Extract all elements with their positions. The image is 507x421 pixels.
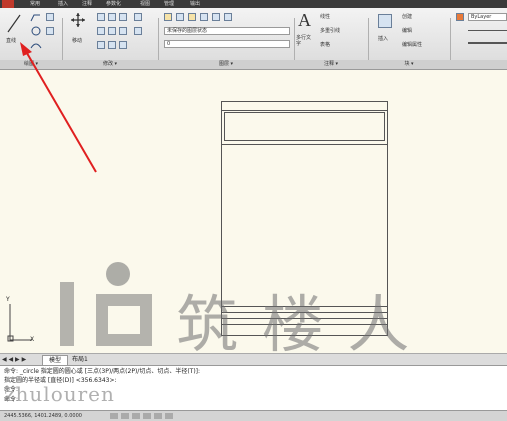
watermark-logo: [60, 262, 152, 346]
layer-match-icon[interactable]: [224, 13, 232, 21]
snap-icon[interactable]: [110, 413, 118, 419]
scale-icon[interactable]: [108, 41, 116, 49]
drawer-line[interactable]: [221, 144, 388, 145]
multileader-button[interactable]: 多重引线: [320, 28, 340, 34]
tab-output[interactable]: 输出: [190, 0, 200, 8]
explode-icon[interactable]: [134, 13, 142, 21]
top-drawer[interactable]: [224, 112, 385, 141]
app-menu-button[interactable]: [2, 0, 14, 8]
mirror-icon[interactable]: [108, 27, 116, 35]
table-button[interactable]: 表格: [320, 42, 330, 48]
watermark-brand: 筑 楼 人: [176, 288, 412, 361]
status-toggle-group[interactable]: [110, 413, 240, 419]
move-icon[interactable]: [70, 12, 86, 28]
edit-block-button[interactable]: 编辑: [402, 28, 412, 34]
rotate-icon[interactable]: [97, 13, 105, 21]
annotation-panel-title[interactable]: 注释 ▾: [294, 60, 368, 69]
app-title-bar: 常用 插入 注释 参数化 视图 管理 输出: [0, 0, 507, 8]
polyline-icon[interactable]: [30, 12, 42, 22]
ucs-x-label: X: [30, 336, 35, 343]
insert-block-icon[interactable]: [378, 14, 392, 28]
tab-layout1[interactable]: 布局1: [66, 355, 94, 365]
array-icon[interactable]: [119, 41, 127, 49]
offset-icon[interactable]: [134, 27, 142, 35]
watermark-url: zhulouren: [4, 382, 115, 406]
grid-icon[interactable]: [121, 413, 129, 419]
drawing-canvas[interactable]: Y X 筑 楼 人: [0, 42, 507, 361]
separator: [158, 18, 159, 62]
ucs-y-label: Y: [6, 296, 10, 303]
mtext-label[interactable]: 多行文字: [296, 35, 314, 47]
fillet-icon[interactable]: [119, 27, 127, 35]
text-icon[interactable]: A: [298, 10, 311, 31]
top-rail-line[interactable]: [221, 110, 388, 111]
polar-icon[interactable]: [143, 413, 151, 419]
insert-label[interactable]: 插入: [378, 36, 388, 42]
command-window[interactable]: 命令: _circle 指定圆的圆心或 [三点(3P)/两点(2P)/切点、切点…: [0, 365, 507, 411]
trim-icon[interactable]: [108, 13, 116, 21]
erase-icon[interactable]: [119, 13, 127, 21]
layer-properties-icon[interactable]: [164, 13, 172, 21]
create-block-button[interactable]: 创建: [402, 14, 412, 20]
lineweight-preview[interactable]: [468, 42, 507, 44]
layer-state-dropdown[interactable]: 未保存的图层状态: [164, 27, 290, 35]
separator: [450, 18, 451, 62]
layers-panel-title[interactable]: 图层 ▾: [158, 60, 294, 69]
tab-view[interactable]: 视图: [140, 0, 150, 8]
hatch-icon[interactable]: [46, 27, 54, 35]
status-bar: 2445.5366, 1401.2489, 0.0000: [0, 410, 507, 421]
freeze-icon[interactable]: [188, 13, 196, 21]
tab-annotate[interactable]: 注释: [82, 0, 92, 8]
match-properties-icon[interactable]: [456, 13, 464, 21]
edit-attributes-button[interactable]: 编辑属性: [402, 42, 422, 48]
layer-icon[interactable]: [176, 13, 184, 21]
command-history-line: 命令: _circle 指定圆的圆心或 [三点(3P)/两点(2P)/切点、切点…: [4, 368, 201, 375]
tab-manage[interactable]: 管理: [164, 0, 174, 8]
ortho-icon[interactable]: [132, 413, 140, 419]
tab-insert[interactable]: 插入: [58, 0, 68, 8]
osnap-icon[interactable]: [154, 413, 162, 419]
separator: [294, 18, 295, 62]
tab-parametric[interactable]: 参数化: [106, 0, 121, 8]
linear-dimension-button[interactable]: 线性: [320, 14, 330, 20]
rectangle-icon[interactable]: [46, 13, 54, 21]
tab-nav-arrows[interactable]: ◀ ◀ ▶ ▶: [2, 356, 26, 363]
otrack-icon[interactable]: [165, 413, 173, 419]
line-icon[interactable]: [6, 12, 22, 34]
circle-icon[interactable]: [30, 26, 42, 36]
layer-isolate-icon[interactable]: [212, 13, 220, 21]
red-arrow-annotation: [20, 42, 97, 173]
linetype-preview[interactable]: [468, 30, 507, 31]
copy-icon[interactable]: [97, 27, 105, 35]
separator: [368, 18, 369, 62]
color-dropdown[interactable]: ByLayer: [468, 13, 507, 21]
current-layer-dropdown[interactable]: 0: [164, 40, 290, 48]
tab-home[interactable]: 常用: [30, 0, 40, 8]
block-panel-title[interactable]: 块 ▾: [368, 60, 450, 69]
lock-icon[interactable]: [200, 13, 208, 21]
